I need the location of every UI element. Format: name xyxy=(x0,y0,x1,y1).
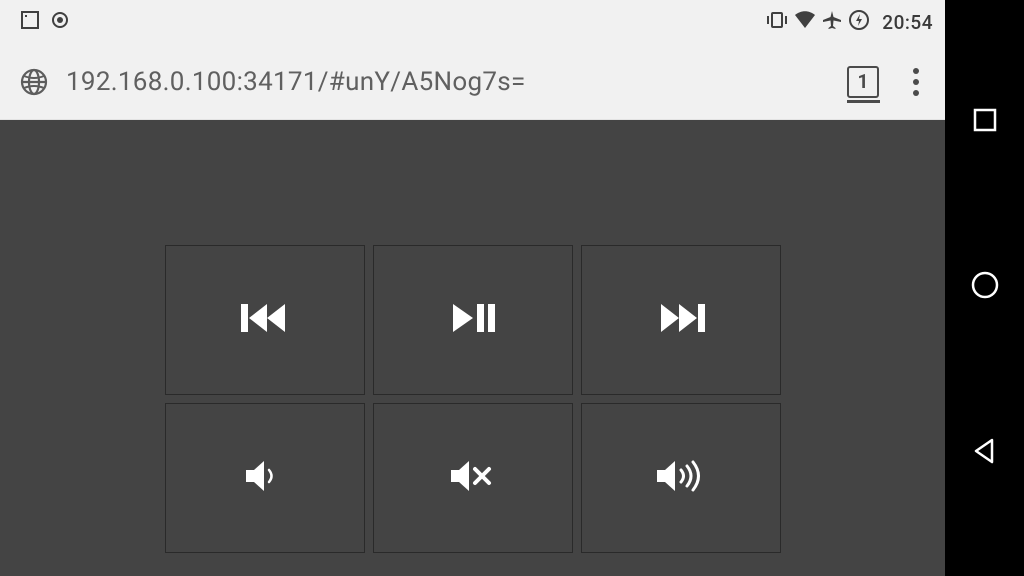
status-clock: 20:54 xyxy=(882,11,933,34)
android-navbar xyxy=(945,0,1024,576)
volume-low-icon xyxy=(240,456,290,500)
play-pause-icon xyxy=(445,298,501,342)
vibrate-icon xyxy=(766,10,788,35)
browser-address-bar: 192.168.0.100:34171/#unY/A5Nog7s= 1 xyxy=(0,44,945,120)
previous-button[interactable] xyxy=(165,245,365,395)
status-left xyxy=(20,10,70,35)
tab-switcher-button[interactable]: 1 xyxy=(847,66,879,98)
back-button[interactable] xyxy=(970,436,1000,470)
volume-up-button[interactable] xyxy=(581,403,781,553)
skip-previous-icon xyxy=(237,298,293,342)
url-field[interactable]: 192.168.0.100:34171/#unY/A5Nog7s= xyxy=(66,67,831,97)
wifi-icon xyxy=(794,11,816,34)
play-pause-button[interactable] xyxy=(373,245,573,395)
airplane-icon xyxy=(822,10,842,35)
next-button[interactable] xyxy=(581,245,781,395)
target-notif-icon xyxy=(50,10,70,35)
square-notif-icon xyxy=(20,10,40,35)
browser-menu-button[interactable] xyxy=(895,68,927,96)
content-area: 20:54 192.168.0.100:34171/#unY/A5Nog7s= … xyxy=(0,0,945,576)
status-right: 20:54 xyxy=(766,9,933,36)
globe-icon xyxy=(18,66,50,98)
volume-mute-icon xyxy=(445,456,501,500)
home-button[interactable] xyxy=(969,269,1001,305)
status-bar: 20:54 xyxy=(0,0,945,44)
device-screen: 20:54 192.168.0.100:34171/#unY/A5Nog7s= … xyxy=(0,0,1024,576)
volume-high-icon xyxy=(651,456,711,500)
mute-button[interactable] xyxy=(373,403,573,553)
battery-charging-icon xyxy=(848,9,870,36)
page-content xyxy=(0,120,945,576)
recent-apps-button[interactable] xyxy=(971,106,999,138)
volume-down-button[interactable] xyxy=(165,403,365,553)
control-grid xyxy=(165,245,781,576)
tab-count-value: 1 xyxy=(858,70,869,93)
skip-next-icon xyxy=(653,298,709,342)
